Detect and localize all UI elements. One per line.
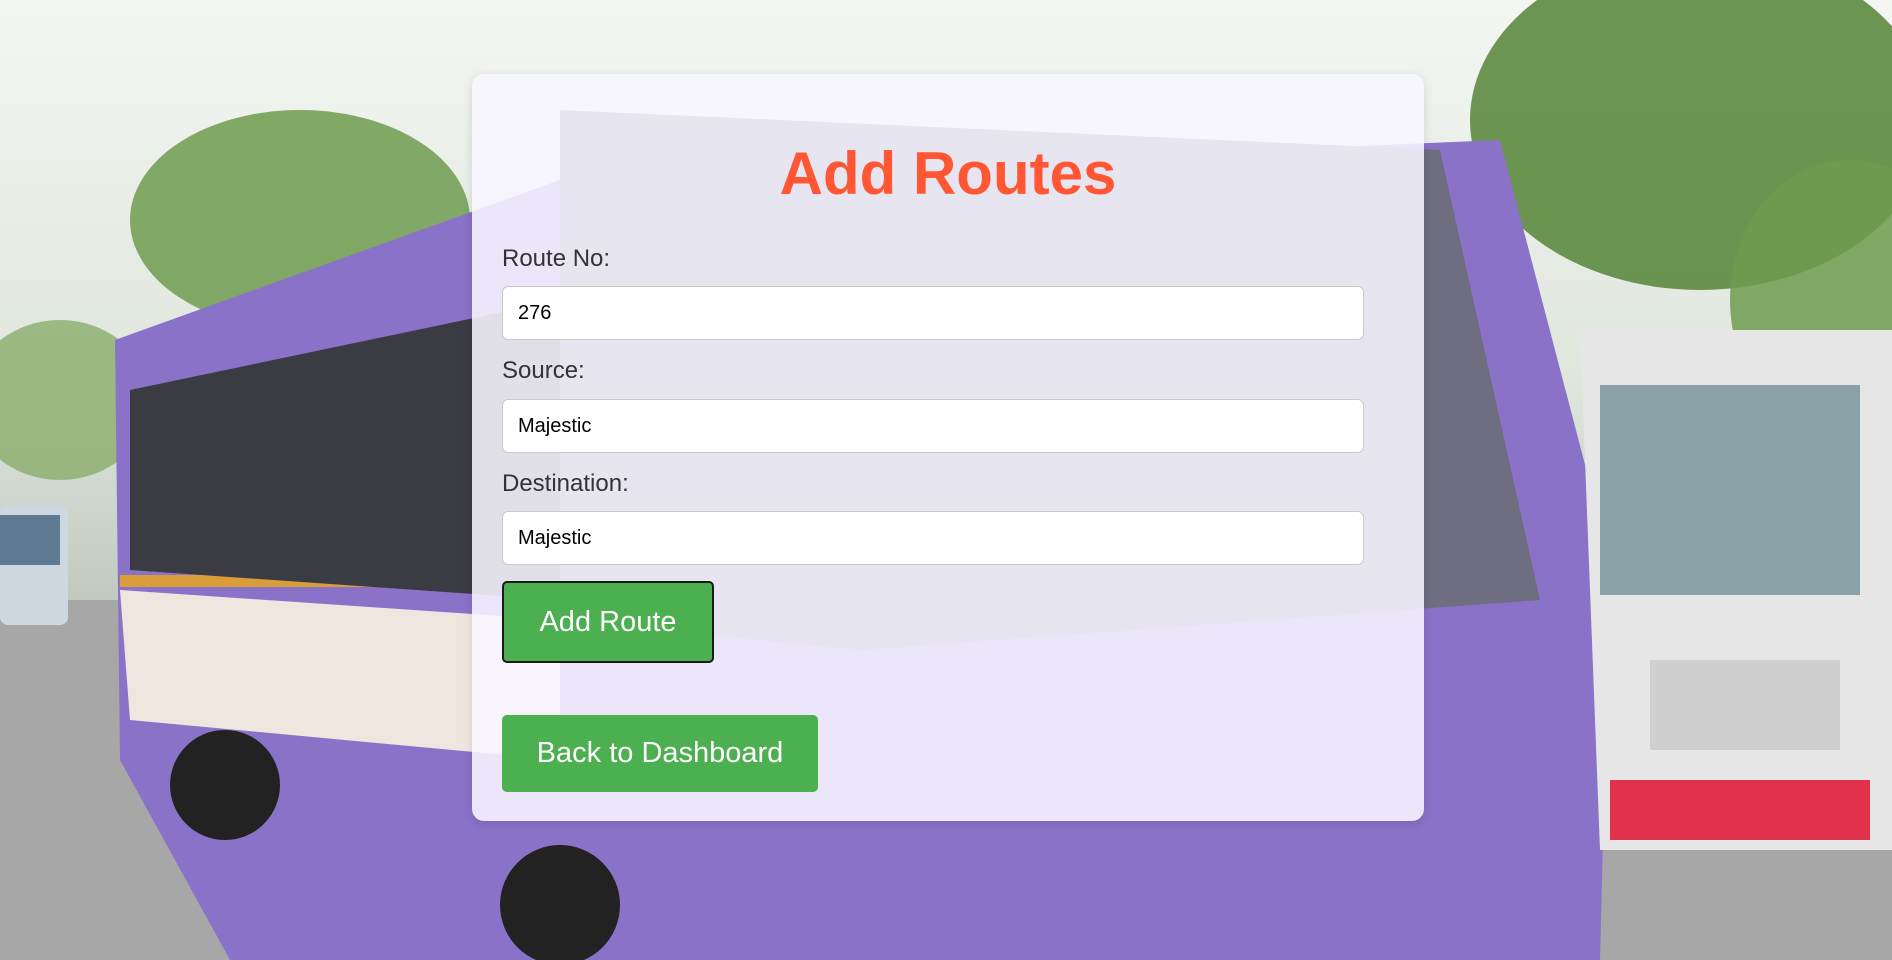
add-route-button[interactable]: Add Route [502, 581, 714, 663]
back-to-dashboard-button[interactable]: Back to Dashboard [502, 715, 818, 792]
source-label: Source: [502, 357, 585, 384]
source-input[interactable] [502, 399, 1364, 453]
destination-label: Destination: [502, 470, 629, 497]
route-no-input[interactable] [502, 286, 1364, 340]
page-title: Add Routes [779, 140, 1117, 207]
add-routes-card: Add Routes Route No: Source: Destination… [472, 74, 1424, 821]
destination-input[interactable] [502, 511, 1364, 565]
route-no-label: Route No: [502, 245, 611, 272]
